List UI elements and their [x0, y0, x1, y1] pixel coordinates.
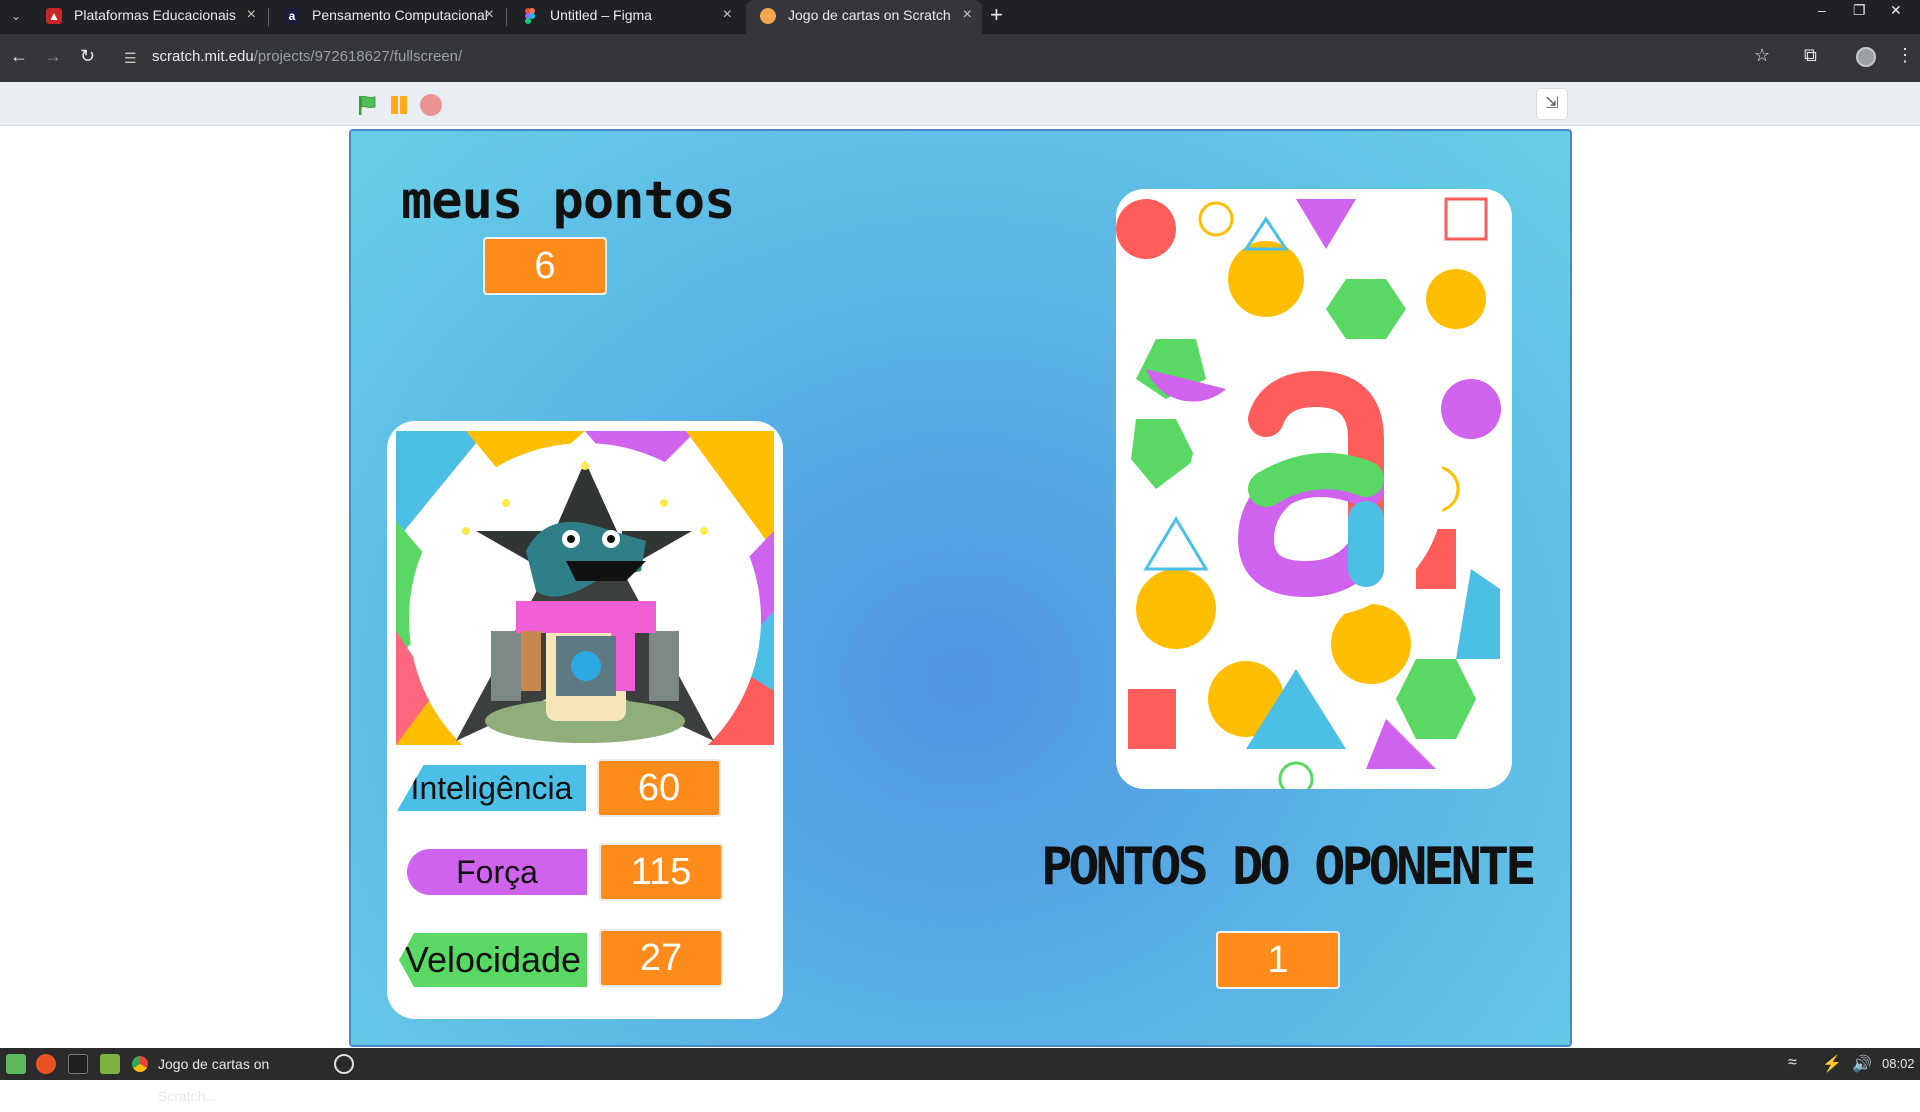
os-taskbar: Jogo de cartas on Scratch... ≈ ⚡ 🔊 08:02: [0, 1048, 1920, 1104]
tab-favicon-a-icon: a: [284, 8, 300, 24]
power-icon[interactable]: ⚡: [1822, 1054, 1842, 1074]
player-card[interactable]: Inteligência 60 Força 115 Velocidade 27: [387, 421, 783, 1019]
taskbar-chrome-window[interactable]: Jogo de cartas on Scratch...: [128, 1048, 328, 1104]
reload-button[interactable]: ↻: [80, 46, 95, 67]
tab-title: Untitled – Figma: [550, 7, 652, 23]
pause-button[interactable]: [388, 94, 410, 116]
profile-avatar[interactable]: [1856, 47, 1876, 67]
tab-separator: [268, 8, 269, 26]
tab-pensamento[interactable]: a Pensamento Computacional ×: [270, 0, 504, 34]
clock: 08:02: [1882, 1056, 1915, 1071]
figma-icon: [522, 8, 538, 24]
back-button[interactable]: ←: [10, 46, 28, 67]
opponent-points-title: PONTOS DO OPONENTE: [1041, 837, 1537, 897]
volume-icon[interactable]: 🔊: [1852, 1054, 1872, 1074]
tab-title: Pensamento Computacional: [312, 7, 488, 23]
tab-close-icon[interactable]: ×: [485, 0, 494, 30]
bookmark-star-icon[interactable]: ☆: [1754, 45, 1770, 66]
pause-icon: [391, 96, 398, 114]
tab-separator: [506, 8, 507, 26]
tab-figma[interactable]: Untitled – Figma ×: [508, 0, 742, 34]
stat-value-velocidade: 27: [599, 929, 723, 987]
my-points-title: meus pontos: [401, 171, 735, 231]
minimize-button[interactable]: –: [1818, 2, 1826, 18]
chrome-icon: [132, 1056, 148, 1072]
dragon-character-image: [396, 431, 774, 745]
tab-plataformas[interactable]: ▲ Plataformas Educacionais ×: [32, 0, 266, 34]
player-controls-bar: [0, 82, 1920, 126]
stat-tag-velocidade: Velocidade: [399, 933, 587, 987]
close-window-button[interactable]: ✕: [1890, 2, 1902, 19]
terminal-icon[interactable]: [68, 1054, 88, 1074]
opponent-card[interactable]: [1116, 189, 1512, 789]
browser-toolbar: ← → ↻ ☰ scratch.mit.edu/projects/9726186…: [0, 34, 1920, 82]
green-flag-icon: [359, 95, 376, 115]
taskbar-task-label: Jogo de cartas on Scratch...: [158, 1056, 270, 1104]
restore-button[interactable]: ❐: [1853, 2, 1866, 19]
files-icon[interactable]: [100, 1054, 120, 1074]
tab-close-icon[interactable]: ×: [723, 0, 732, 30]
card-back-pattern: [1116, 197, 1501, 789]
scratch-icon: [760, 8, 776, 24]
tab-scratch-active[interactable]: Jogo de cartas on Scratch ×: [746, 0, 982, 34]
green-flag-button[interactable]: [356, 94, 378, 116]
workspace-icon[interactable]: [334, 1054, 354, 1074]
firefox-icon[interactable]: [36, 1054, 56, 1074]
my-points-value: 6: [483, 237, 607, 295]
menu-icon[interactable]: [6, 1054, 26, 1074]
stat-tag-inteligencia: Inteligência: [397, 765, 586, 811]
stat-tag-forca: Força: [407, 849, 587, 895]
card-artwork: [396, 431, 774, 745]
tab-title: Jogo de cartas on Scratch: [788, 7, 951, 23]
stat-value-forca: 115: [599, 843, 723, 901]
url-path: /projects/972618627/fullscreen/: [253, 48, 463, 65]
opponent-points-value: 1: [1216, 931, 1340, 989]
extensions-icon[interactable]: ⧉: [1804, 45, 1817, 66]
tab-close-icon[interactable]: ×: [963, 0, 972, 30]
pause-icon: [400, 96, 407, 114]
stage[interactable]: meus pontos 6 Inteligência 60 Força 115 …: [349, 129, 1572, 1047]
tab-favicon-red-icon: ▲: [46, 8, 62, 24]
tab-title: Plataformas Educacionais: [74, 7, 236, 23]
forward-button[interactable]: →: [44, 46, 62, 67]
new-tab-button[interactable]: +: [990, 2, 1003, 28]
exit-fullscreen-button[interactable]: ⇲: [1536, 88, 1568, 120]
tab-close-icon[interactable]: ×: [247, 0, 256, 30]
wifi-icon[interactable]: ≈: [1788, 1054, 1797, 1072]
address-bar[interactable]: scratch.mit.edu/projects/972618627/fulls…: [152, 48, 462, 65]
tab-search-button[interactable]: ⌄: [4, 4, 28, 28]
menu-icon[interactable]: ⋮: [1896, 45, 1914, 66]
url-domain: scratch.mit.edu: [152, 48, 254, 65]
stop-button[interactable]: [420, 94, 442, 116]
site-info-icon[interactable]: ☰: [124, 50, 137, 67]
stat-value-inteligencia: 60: [597, 759, 721, 817]
tab-bar: ⌄ ▲ Plataformas Educacionais × a Pensame…: [0, 0, 1920, 34]
